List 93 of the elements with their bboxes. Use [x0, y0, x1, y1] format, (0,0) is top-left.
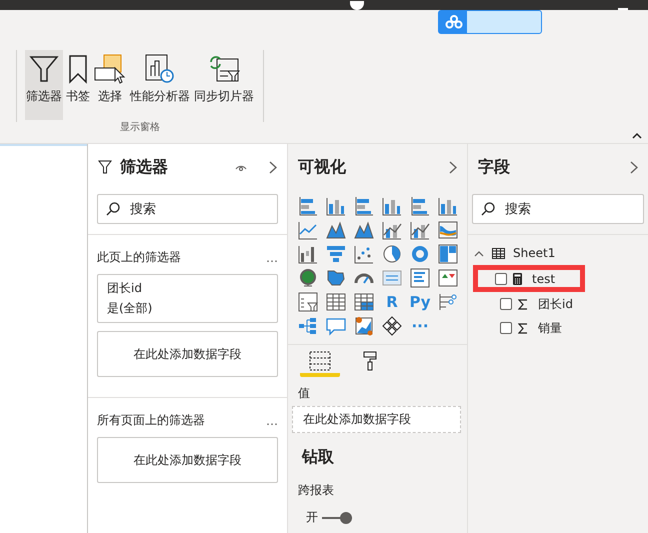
- toggle-knob[interactable]: [340, 512, 352, 524]
- bar-chart-icon: [298, 196, 318, 216]
- checkbox[interactable]: [500, 298, 512, 310]
- ribbon-chart-icon: [438, 220, 458, 240]
- ribbon-button[interactable]: 选择: [93, 50, 127, 120]
- table-name[interactable]: Sheet1: [513, 246, 556, 260]
- visual-type-button[interactable]: [296, 290, 320, 314]
- area-chart-icon: [326, 220, 346, 240]
- line-chart-icon: [298, 220, 318, 240]
- search-field[interactable]: 搜索: [97, 194, 278, 224]
- performance-icon: [145, 54, 175, 84]
- ribbon-button[interactable]: 性能分析器: [129, 50, 191, 120]
- cloud-icon: [445, 15, 463, 29]
- filter-value: 是(全部): [107, 300, 154, 317]
- bar-chart-icon: [354, 196, 374, 216]
- chevron-right-icon[interactable]: [449, 160, 457, 174]
- fields-grid-icon: [309, 351, 331, 371]
- filter-field-name: 团长id: [107, 280, 143, 297]
- drop-zone[interactable]: 在此处添加数据字段: [97, 437, 278, 483]
- kpi-icon: [438, 268, 458, 288]
- field-name[interactable]: 销量: [538, 320, 562, 336]
- chevron-right-icon[interactable]: [269, 160, 277, 174]
- filter-card[interactable]: 团长id 是(全部): [97, 274, 278, 323]
- donut-chart-icon: [410, 244, 430, 264]
- funnel-icon: [29, 54, 59, 84]
- table-icon: [492, 248, 505, 258]
- search-icon: [106, 202, 120, 216]
- field-name[interactable]: 团长id: [538, 296, 573, 312]
- bar-chart-icon: [410, 196, 430, 216]
- eye-icon[interactable]: [235, 163, 247, 171]
- decomposition-tree-icon: [298, 316, 318, 336]
- section-title: 所有页面上的筛选器: [97, 412, 205, 429]
- sigma-icon: [518, 298, 528, 310]
- bookmark-icon: [68, 54, 88, 84]
- area-chart-icon: [354, 220, 374, 240]
- multi-row-card-icon: [410, 268, 430, 288]
- field-name[interactable]: test: [532, 272, 556, 286]
- filled-map-icon: [326, 268, 346, 288]
- expand-caret-icon[interactable]: [474, 250, 484, 256]
- group-label: 显示窗格: [120, 120, 160, 134]
- key-influencers-icon: [438, 292, 458, 312]
- more-options[interactable]: …: [266, 250, 278, 264]
- ribbon-button[interactable]: 书签: [65, 50, 91, 120]
- pane-title: 字段: [478, 156, 511, 178]
- matrix-icon: [354, 292, 374, 312]
- treemap-icon: [438, 244, 458, 264]
- section-title: 此页上的筛选器: [97, 249, 181, 266]
- sync-slicer-icon: [208, 54, 240, 84]
- ribbon-button[interactable]: 同步切片器: [193, 50, 255, 120]
- search-icon: [481, 202, 495, 216]
- map-pin-icon: [354, 316, 374, 336]
- chevron-right-icon[interactable]: [630, 160, 638, 174]
- table-icon: [326, 292, 346, 312]
- speech-bubble-icon: [326, 316, 346, 336]
- cross-report-label: 跨报表: [297, 482, 335, 499]
- number-card-icon: [382, 268, 402, 288]
- upload-widget[interactable]: [438, 10, 542, 34]
- pane-title: 筛选器: [120, 156, 169, 178]
- pie-chart-icon: [382, 244, 402, 264]
- column-chart-icon: [438, 196, 458, 216]
- combo-chart-icon: [382, 220, 402, 240]
- values-drop-zone[interactable]: 在此处添加数据字段: [292, 406, 461, 433]
- more-options[interactable]: …: [266, 414, 278, 428]
- globe-icon: [298, 268, 318, 288]
- funnel-chart-icon: [326, 244, 346, 264]
- checkbox[interactable]: [500, 322, 512, 334]
- diamond-grid-icon: [382, 316, 402, 336]
- pane-tab[interactable]: [300, 349, 340, 377]
- checkbox[interactable]: [495, 272, 507, 284]
- pane-title: 可视化: [298, 156, 347, 178]
- column-chart-icon: [326, 196, 346, 216]
- avatar-icon[interactable]: [350, 1, 364, 10]
- paint-roller-icon: [363, 351, 377, 371]
- sigma-icon: [518, 322, 528, 334]
- selection-icon: [94, 54, 126, 84]
- collapse-caret-icon[interactable]: [632, 132, 642, 139]
- column-chart-icon: [382, 196, 402, 216]
- search-field[interactable]: 搜索: [472, 194, 644, 224]
- scatter-chart-icon: [354, 244, 374, 264]
- funnel-icon: [98, 160, 112, 174]
- drillthrough-title: 钻取: [300, 446, 335, 468]
- visual-type-button[interactable]: [380, 314, 404, 338]
- visual-type-button[interactable]: [408, 266, 432, 290]
- ribbon-button[interactable]: 筛选器: [25, 50, 63, 120]
- values-label: 值: [297, 385, 311, 402]
- combo-chart-icon: [410, 220, 430, 240]
- toggle-label: 开: [306, 509, 318, 526]
- visual-type-button[interactable]: [436, 242, 460, 266]
- calculator-icon: [513, 272, 522, 284]
- cross-report-toggle[interactable]: 开: [306, 509, 352, 526]
- waterfall-chart-icon: [298, 244, 318, 264]
- drop-zone[interactable]: 在此处添加数据字段: [97, 331, 278, 377]
- slicer-icon: [298, 292, 318, 312]
